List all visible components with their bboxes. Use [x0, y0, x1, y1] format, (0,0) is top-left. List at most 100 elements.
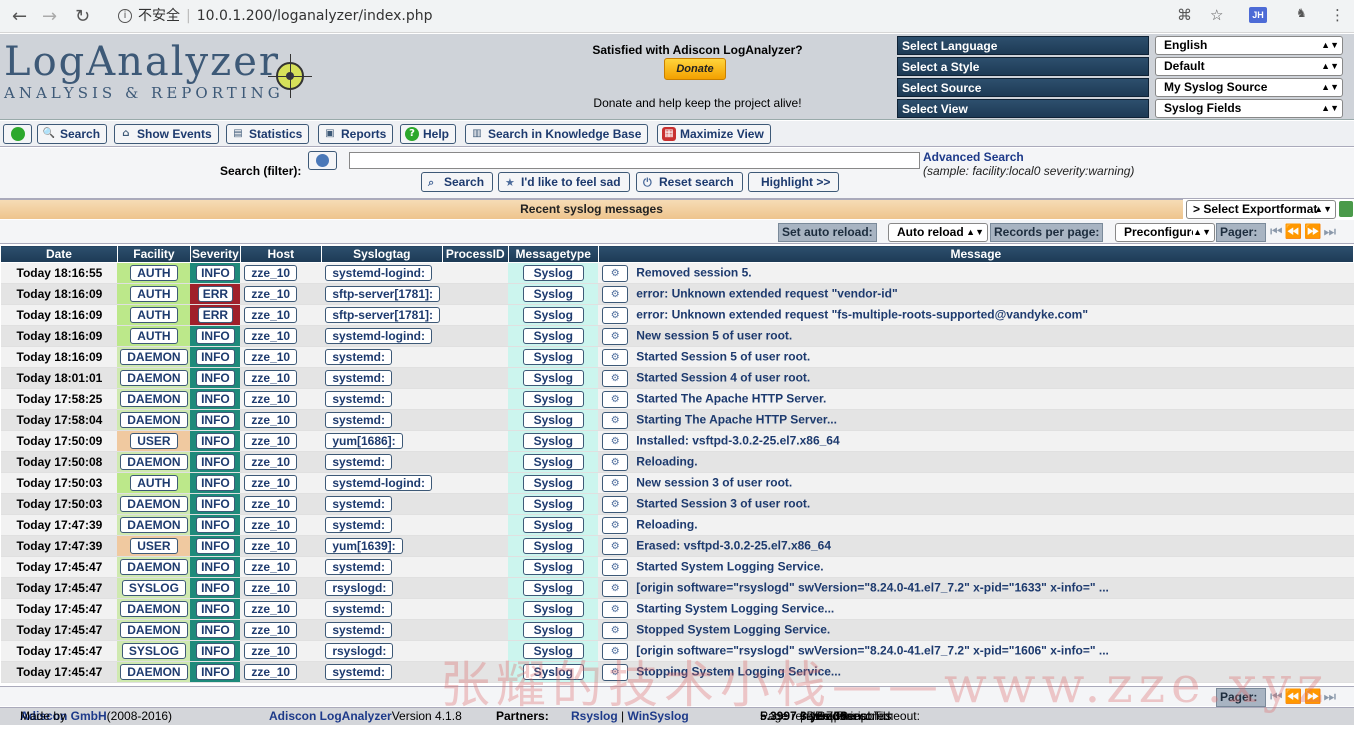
messagetype-tag[interactable]: Syslog	[522, 475, 584, 491]
facility-tag[interactable]: AUTH	[130, 265, 178, 281]
message-text[interactable]: Removed session 5.	[636, 265, 751, 279]
messagetype-tag[interactable]: Syslog	[522, 559, 584, 575]
message-details-icon[interactable]: ⚙	[602, 264, 629, 282]
col-messagetype[interactable]: Messagetype	[507, 245, 599, 263]
language-select[interactable]: English ▲▼	[1155, 36, 1343, 55]
extension-icon[interactable]: ♞	[1296, 6, 1307, 20]
messagetype-tag[interactable]: Syslog	[522, 286, 584, 302]
message-details-icon[interactable]: ⚙	[602, 495, 629, 513]
message-details-icon[interactable]: ⚙	[602, 474, 629, 492]
forward-icon[interactable]: →	[42, 6, 57, 27]
menu-statistics-button[interactable]: ▤ Statistics	[226, 124, 310, 144]
syslogtag-tag[interactable]: systemd:	[325, 622, 392, 638]
source-select[interactable]: My Syslog Source ▲▼	[1155, 78, 1343, 97]
facility-tag[interactable]: DAEMON	[120, 601, 188, 617]
reload-icon[interactable]: ↻	[75, 6, 90, 27]
severity-tag[interactable]: INFO	[196, 349, 235, 365]
messagetype-tag[interactable]: Syslog	[522, 643, 584, 659]
severity-tag[interactable]: ERR	[197, 307, 234, 323]
facility-tag[interactable]: SYSLOG	[121, 643, 186, 659]
col-message[interactable]: Message	[597, 245, 1354, 263]
message-text[interactable]: Reloading.	[636, 517, 697, 531]
menu-show-events-button[interactable]: ⌂ Show Events	[114, 124, 219, 144]
bottom-pager-nav-icons[interactable]: ⏮⏪⏩⏭	[1270, 689, 1338, 705]
message-text[interactable]: Started System Logging Service.	[636, 559, 823, 573]
message-text[interactable]: Erased: vsftpd-3.0.2-25.el7.x86_64	[636, 538, 831, 552]
syslogtag-tag[interactable]: sftp-server[1781]:	[325, 286, 441, 302]
rsyslog-link[interactable]: Rsyslog	[571, 709, 618, 723]
severity-tag[interactable]: INFO	[196, 391, 235, 407]
facility-tag[interactable]: AUTH	[130, 328, 178, 344]
facility-tag[interactable]: DAEMON	[120, 454, 188, 470]
facility-tag[interactable]: AUTH	[130, 475, 178, 491]
message-details-icon[interactable]: ⚙	[602, 348, 629, 366]
message-text[interactable]: New session 3 of user root.	[636, 475, 792, 489]
messagetype-tag[interactable]: Syslog	[522, 622, 584, 638]
message-text[interactable]: Stopped System Logging Service.	[636, 622, 830, 636]
severity-tag[interactable]: INFO	[196, 496, 235, 512]
syslogtag-tag[interactable]: systemd-logind:	[325, 475, 432, 491]
severity-tag[interactable]: INFO	[196, 580, 235, 596]
message-text[interactable]: Started The Apache HTTP Server.	[636, 391, 826, 405]
host-tag[interactable]: zze_10	[244, 349, 298, 365]
loganalyzer-link[interactable]: Adiscon LogAnalyzer	[269, 709, 392, 723]
messagetype-tag[interactable]: Syslog	[522, 538, 584, 554]
messagetype-tag[interactable]: Syslog	[522, 664, 584, 680]
message-text[interactable]: Starting System Logging Service...	[636, 601, 834, 615]
message-details-icon[interactable]: ⚙	[602, 516, 629, 534]
facility-tag[interactable]: USER	[130, 538, 178, 554]
facility-tag[interactable]: DAEMON	[120, 496, 188, 512]
style-select[interactable]: Default ▲▼	[1155, 57, 1343, 76]
host-tag[interactable]: zze_10	[244, 538, 298, 554]
home-button[interactable]	[3, 124, 32, 144]
profile-badge[interactable]: JH	[1249, 7, 1267, 23]
severity-tag[interactable]: INFO	[196, 643, 235, 659]
messagetype-tag[interactable]: Syslog	[522, 412, 584, 428]
messagetype-tag[interactable]: Syslog	[522, 307, 584, 323]
message-text[interactable]: [origin software="rsyslogd" swVersion="8…	[636, 580, 1109, 594]
message-text[interactable]: Starting The Apache HTTP Server...	[636, 412, 837, 426]
facility-tag[interactable]: DAEMON	[120, 664, 188, 680]
messagetype-tag[interactable]: Syslog	[522, 517, 584, 533]
message-text[interactable]: Started Session 4 of user root.	[636, 370, 810, 384]
host-tag[interactable]: zze_10	[244, 412, 298, 428]
menu-help-button[interactable]: ? Help	[400, 124, 457, 144]
facility-tag[interactable]: DAEMON	[120, 412, 188, 428]
address-bar[interactable]: i 不安全 | 10.0.1.200/loganalyzer/index.php	[108, 4, 1248, 28]
message-details-icon[interactable]: ⚙	[602, 537, 629, 555]
severity-tag[interactable]: INFO	[196, 433, 235, 449]
facility-tag[interactable]: DAEMON	[120, 559, 188, 575]
syslogtag-tag[interactable]: systemd:	[325, 454, 392, 470]
facility-tag[interactable]: AUTH	[130, 307, 178, 323]
syslogtag-tag[interactable]: systemd:	[325, 349, 392, 365]
syslogtag-tag[interactable]: yum[1686]:	[325, 433, 403, 449]
message-details-icon[interactable]: ⚙	[602, 453, 629, 471]
col-severity[interactable]: Severity	[189, 245, 241, 263]
syslogtag-tag[interactable]: systemd:	[325, 391, 392, 407]
highlight-button[interactable]: Highlight >>	[748, 172, 840, 192]
message-details-icon[interactable]: ⚙	[602, 558, 629, 576]
syslogtag-tag[interactable]: yum[1639]:	[325, 538, 403, 554]
facility-tag[interactable]: DAEMON	[120, 349, 188, 365]
menu-kb-search-button[interactable]: ▥ Search in Knowledge Base	[465, 124, 649, 144]
facility-tag[interactable]: DAEMON	[120, 517, 188, 533]
host-tag[interactable]: zze_10	[244, 643, 298, 659]
severity-tag[interactable]: INFO	[196, 370, 235, 386]
host-tag[interactable]: zze_10	[244, 433, 298, 449]
message-details-icon[interactable]: ⚙	[602, 642, 629, 660]
syslogtag-tag[interactable]: rsyslogd:	[325, 643, 394, 659]
message-text[interactable]: Started Session 5 of user root.	[636, 349, 810, 363]
facility-tag[interactable]: DAEMON	[120, 370, 188, 386]
host-tag[interactable]: zze_10	[244, 517, 298, 533]
export-icon[interactable]	[1339, 201, 1353, 217]
col-processid[interactable]: ProcessID	[441, 245, 509, 263]
syslogtag-tag[interactable]: sftp-server[1781]:	[325, 307, 441, 323]
menu-kebab-icon[interactable]: ⋮	[1330, 6, 1345, 24]
host-tag[interactable]: zze_10	[244, 328, 298, 344]
reset-search-button[interactable]: ⏻ Reset search	[636, 172, 743, 192]
messagetype-tag[interactable]: Syslog	[522, 349, 584, 365]
bookmark-star-icon[interactable]: ☆	[1210, 6, 1223, 24]
severity-tag[interactable]: INFO	[196, 664, 235, 680]
facility-tag[interactable]: SYSLOG	[121, 580, 186, 596]
export-format-select[interactable]: > Select Exportformat ▲▼	[1186, 200, 1336, 219]
